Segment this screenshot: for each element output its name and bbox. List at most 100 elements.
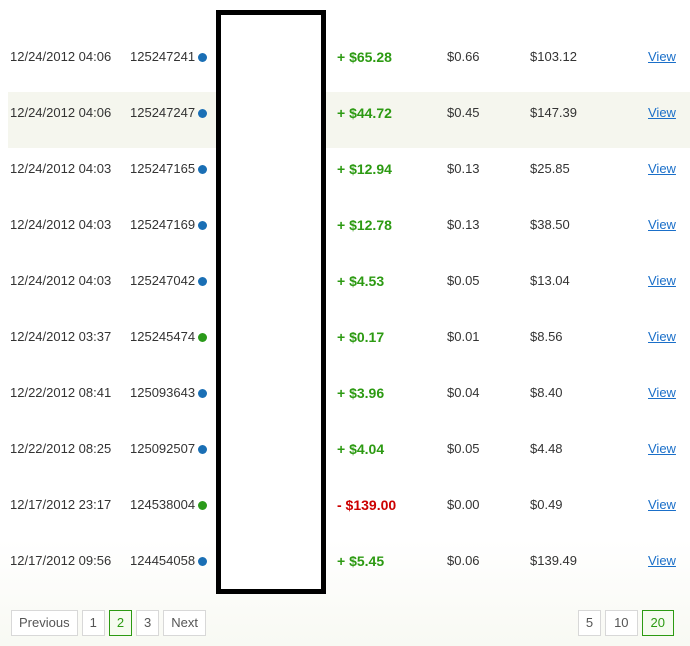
amount-cell: + $4.04 <box>337 441 385 457</box>
balance-cell: $8.40 <box>530 385 563 400</box>
date-cell: 12/22/2012 08:25 <box>10 441 112 456</box>
page-2-button[interactable]: 2 <box>108 610 133 636</box>
amount-cell: + $44.72 <box>337 105 392 121</box>
view-link[interactable]: View <box>648 105 676 121</box>
page-size-selector: 5 10 20 <box>577 610 674 636</box>
transaction-id: 125247241 <box>130 49 196 64</box>
transaction-id-cell: 125092507 <box>130 441 208 457</box>
balance-cell: $147.39 <box>530 105 577 120</box>
transaction-id: 124454058 <box>130 553 196 568</box>
transaction-id-cell: 124454058 <box>130 553 208 569</box>
fee-cell: $0.05 <box>447 441 480 456</box>
date-cell: 12/17/2012 23:17 <box>10 497 112 512</box>
view-link[interactable]: View <box>648 329 676 345</box>
pagination: Previous 123 Next <box>11 610 207 636</box>
amount-cell: + $3.96 <box>337 385 385 401</box>
view-link[interactable]: View <box>648 49 676 65</box>
transaction-id-cell: 125245474 <box>130 329 208 345</box>
fee-cell: $0.13 <box>447 161 480 176</box>
status-dot-icon <box>198 277 208 286</box>
transaction-id: 125247169 <box>130 217 196 232</box>
view-link[interactable]: View <box>648 497 676 513</box>
fee-cell: $0.04 <box>447 385 480 400</box>
transaction-id-cell: 125247241 <box>130 49 208 65</box>
next-button[interactable]: Next <box>163 610 207 636</box>
previous-button[interactable]: Previous <box>11 610 78 636</box>
transaction-id: 124538004 <box>130 497 196 512</box>
amount-cell: + $0.17 <box>337 329 385 345</box>
status-dot-icon <box>198 389 208 398</box>
page-size-10-button[interactable]: 10 <box>605 610 638 636</box>
amount-cell: + $12.78 <box>337 217 392 233</box>
page-size-20-button[interactable]: 20 <box>641 610 674 636</box>
page-3-button[interactable]: 3 <box>136 610 160 636</box>
date-cell: 12/24/2012 04:03 <box>10 273 112 288</box>
view-link[interactable]: View <box>648 385 676 401</box>
amount-cell: + $65.28 <box>337 49 392 65</box>
view-link[interactable]: View <box>648 161 676 177</box>
table-row: 12/22/2012 08:41 125093643 + $3.96 $0.04… <box>8 372 690 428</box>
status-dot-icon <box>198 557 208 566</box>
table-row: 12/24/2012 04:03 125247165 + $12.94 $0.1… <box>8 148 690 204</box>
table-row: 12/24/2012 04:06 125247241 + $65.28 $0.6… <box>8 36 690 92</box>
fee-cell: $0.45 <box>447 105 480 120</box>
table-row: 12/24/2012 03:37 125245474 + $0.17 $0.01… <box>8 316 690 372</box>
fee-cell: $0.13 <box>447 217 480 232</box>
status-dot-icon <box>198 53 208 62</box>
balance-cell: $25.85 <box>530 161 570 176</box>
page-size-5-button[interactable]: 5 <box>577 610 602 636</box>
transaction-id: 125247165 <box>130 161 196 176</box>
transactions-panel: 12/24/2012 04:06 125247241 + $65.28 $0.6… <box>0 0 690 646</box>
fee-cell: $0.05 <box>447 273 480 288</box>
balance-cell: $4.48 <box>530 441 563 456</box>
table-row: 12/24/2012 04:03 125247169 + $12.78 $0.1… <box>8 204 690 260</box>
view-link[interactable]: View <box>648 441 676 457</box>
transaction-id-cell: 125247247 <box>130 105 208 121</box>
date-cell: 12/24/2012 03:37 <box>10 329 112 344</box>
transaction-id: 125093643 <box>130 385 196 400</box>
page-1-button[interactable]: 1 <box>81 610 105 636</box>
table-row: 12/17/2012 09:56 124454058 + $5.45 $0.06… <box>8 540 690 596</box>
status-dot-icon <box>198 333 208 342</box>
transaction-id: 125092507 <box>130 441 196 456</box>
date-cell: 12/24/2012 04:06 <box>10 105 112 120</box>
amount-cell: + $4.53 <box>337 273 385 289</box>
balance-cell: $103.12 <box>530 49 577 64</box>
transaction-id-cell: 125247169 <box>130 217 208 233</box>
balance-cell: $13.04 <box>530 273 570 288</box>
status-dot-icon <box>198 501 208 510</box>
status-dot-icon <box>198 445 208 454</box>
table-row: 12/24/2012 04:03 125247042 + $4.53 $0.05… <box>8 260 690 316</box>
date-cell: 12/24/2012 04:03 <box>10 217 112 232</box>
transaction-id: 125247042 <box>130 273 196 288</box>
amount-cell: + $12.94 <box>337 161 392 177</box>
fee-cell: $0.66 <box>447 49 480 64</box>
amount-cell: + $5.45 <box>337 553 385 569</box>
transaction-id: 125245474 <box>130 329 196 344</box>
balance-cell: $0.49 <box>530 497 563 512</box>
table-row: 12/22/2012 08:25 125092507 + $4.04 $0.05… <box>8 428 690 484</box>
table-row: 12/17/2012 23:17 124538004 - $139.00 $0.… <box>8 484 690 540</box>
table-row: 12/24/2012 04:06 125247247 + $44.72 $0.4… <box>8 92 690 148</box>
amount-cell: - $139.00 <box>337 497 397 513</box>
date-cell: 12/22/2012 08:41 <box>10 385 112 400</box>
fee-cell: $0.06 <box>447 553 480 568</box>
transaction-id-cell: 125247042 <box>130 273 208 289</box>
balance-cell: $139.49 <box>530 553 577 568</box>
view-link[interactable]: View <box>648 217 676 233</box>
status-dot-icon <box>198 109 208 118</box>
transaction-id: 125247247 <box>130 105 196 120</box>
view-link[interactable]: View <box>648 553 676 569</box>
status-dot-icon <box>198 221 208 230</box>
balance-cell: $8.56 <box>530 329 563 344</box>
page-numbers: 123 <box>81 610 160 636</box>
redacted-column <box>216 10 326 594</box>
transaction-id-cell: 125247165 <box>130 161 208 177</box>
fee-cell: $0.01 <box>447 329 480 344</box>
view-link[interactable]: View <box>648 273 676 289</box>
transaction-id-cell: 125093643 <box>130 385 208 401</box>
fee-cell: $0.00 <box>447 497 480 512</box>
date-cell: 12/24/2012 04:06 <box>10 49 112 64</box>
transaction-id-cell: 124538004 <box>130 497 208 513</box>
date-cell: 12/17/2012 09:56 <box>10 553 112 568</box>
